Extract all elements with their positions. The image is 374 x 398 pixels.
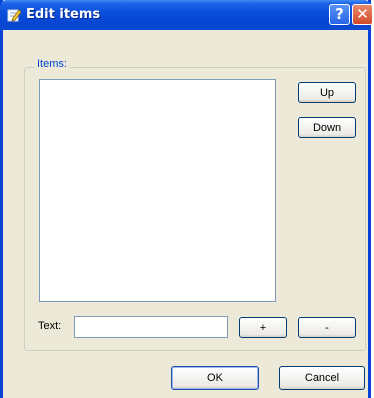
- ok-button[interactable]: OK: [171, 366, 259, 390]
- help-button[interactable]: ?: [329, 4, 350, 25]
- text-label: Text:: [38, 320, 62, 332]
- edit-pencil-icon: [7, 9, 21, 22]
- remove-item-button[interactable]: -: [298, 317, 356, 338]
- cancel-button[interactable]: Cancel: [279, 366, 365, 390]
- add-item-button[interactable]: +: [239, 317, 287, 338]
- items-listbox[interactable]: [39, 79, 276, 302]
- dialog-title: Edit items: [26, 7, 101, 22]
- title-bar[interactable]: Edit items ? ✕: [0, 0, 373, 30]
- text-input[interactable]: [74, 316, 228, 338]
- up-button[interactable]: Up: [298, 82, 356, 103]
- down-button[interactable]: Down: [298, 117, 356, 138]
- close-icon: ✕: [356, 5, 369, 23]
- items-group-label: Items:: [34, 58, 70, 70]
- close-button[interactable]: ✕: [352, 4, 373, 25]
- help-icon: ?: [335, 5, 344, 23]
